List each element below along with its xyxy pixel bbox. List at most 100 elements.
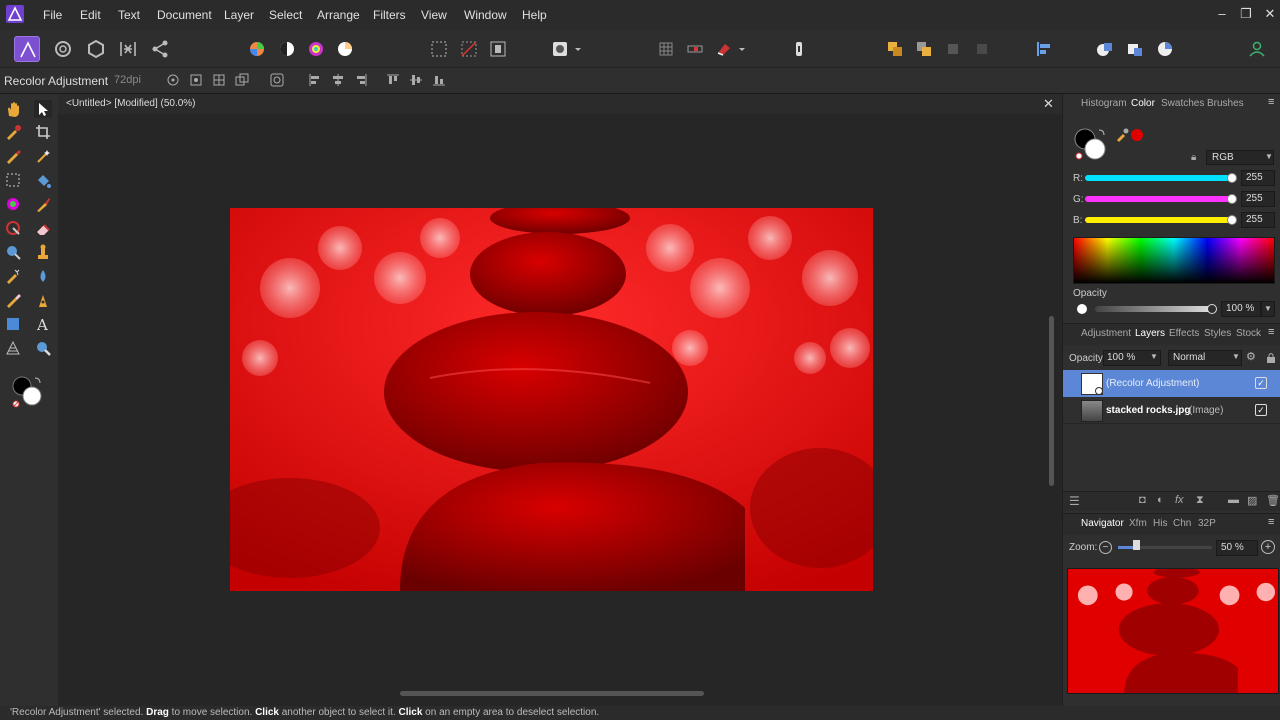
layer-row-recolor[interactable]: (Recolor Adjustment) ✓	[1063, 370, 1280, 397]
paint-brush-tool-icon[interactable]	[34, 195, 52, 213]
flood-fill-tool-icon[interactable]	[34, 171, 52, 189]
eyedropper-icon[interactable]	[1115, 128, 1129, 142]
color-picker-tool-icon[interactable]	[4, 123, 22, 141]
tab-stock[interactable]: Stock	[1236, 328, 1261, 339]
move-forward-one-icon[interactable]	[942, 38, 964, 60]
rotate-select-icon[interactable]	[269, 72, 285, 88]
view-tool-icon[interactable]	[4, 100, 22, 118]
liquify-persona-icon[interactable]	[52, 38, 74, 60]
g-value[interactable]: 255	[1241, 191, 1275, 207]
menu-select[interactable]: Select	[269, 8, 302, 22]
move-to-back-icon[interactable]	[884, 38, 906, 60]
fx-icon[interactable]: fx	[1175, 494, 1184, 506]
selection-brush-tool-icon[interactable]	[4, 147, 22, 165]
menu-layer[interactable]: Layer	[224, 8, 254, 22]
move-tool-icon[interactable]	[34, 100, 52, 118]
mesh-warp-tool-icon[interactable]	[4, 267, 22, 285]
layers-panel-menu-icon[interactable]: ≡	[1268, 326, 1274, 338]
adjustment-layer-icon[interactable]: ◐	[1157, 494, 1164, 506]
tab-swatches[interactable]: Swatches	[1161, 98, 1204, 109]
menu-arrange[interactable]: Arrange	[317, 8, 360, 22]
color-opacity-knob[interactable]	[1207, 304, 1217, 314]
navigator-panel-menu-icon[interactable]: ≡	[1268, 516, 1274, 528]
tab-layers[interactable]: Layers	[1135, 328, 1165, 339]
add-pixel-layer-icon[interactable]: ▨	[1247, 494, 1257, 507]
zoom-value[interactable]: 50 %	[1216, 540, 1258, 556]
maximize-icon[interactable]: ❐	[1238, 6, 1254, 22]
clone-tool-icon[interactable]	[34, 243, 52, 261]
primary-secondary-colors[interactable]	[10, 374, 50, 410]
align-icon[interactable]	[1033, 38, 1055, 60]
node-tool-icon[interactable]	[34, 291, 52, 309]
snapping-icon[interactable]	[655, 38, 677, 60]
vertical-scroll-thumb[interactable]	[1049, 316, 1054, 486]
layer-opacity-field[interactable]: 100 % ▼	[1103, 350, 1161, 366]
rectangle-tool-icon[interactable]	[4, 315, 22, 333]
export-persona-icon[interactable]	[149, 38, 171, 60]
align-right-icon[interactable]	[353, 72, 369, 88]
color-spectrum[interactable]	[1073, 237, 1275, 284]
b-slider[interactable]	[1085, 217, 1233, 223]
close-document-icon[interactable]: ✕	[1043, 96, 1054, 112]
align-top-icon[interactable]	[385, 72, 401, 88]
menu-file[interactable]: File	[43, 8, 62, 22]
layers-stack-icon[interactable]: ☰	[1069, 494, 1080, 508]
color-opacity-slider[interactable]	[1095, 306, 1211, 312]
layer-visibility-checkbox[interactable]: ✓	[1255, 377, 1267, 389]
menu-text[interactable]: Text	[118, 8, 140, 22]
account-icon[interactable]	[1246, 38, 1268, 60]
erase-brush-tool-icon[interactable]	[34, 219, 52, 237]
pen-tool-icon[interactable]	[4, 291, 22, 309]
canvas-image[interactable]	[230, 208, 873, 591]
menu-filters[interactable]: Filters	[373, 8, 406, 22]
assistant-icon[interactable]	[713, 38, 735, 60]
lock-icon[interactable]: 🔒︎	[1191, 152, 1196, 163]
menu-document[interactable]: Document	[157, 8, 212, 22]
tab-32p[interactable]: 32P	[1198, 518, 1216, 529]
r-slider-knob[interactable]	[1227, 173, 1237, 183]
dodge-tool-icon[interactable]	[4, 219, 22, 237]
layer-lock-icon[interactable]	[1266, 352, 1276, 364]
auto-levels-icon[interactable]	[246, 38, 268, 60]
assistant-dropdown-icon[interactable]	[736, 38, 748, 60]
blend-mode-select[interactable]: Normal ▼	[1168, 350, 1242, 366]
tab-xfm[interactable]: Xfm	[1129, 518, 1147, 529]
develop-persona-icon[interactable]	[85, 38, 107, 60]
picked-color-swatch[interactable]	[1131, 129, 1143, 141]
menu-view[interactable]: View	[421, 8, 447, 22]
invert-selection-icon[interactable]	[487, 38, 509, 60]
opacity-dropdown-icon[interactable]: ▼	[1261, 301, 1275, 317]
b-slider-knob[interactable]	[1227, 215, 1237, 225]
g-slider-knob[interactable]	[1227, 194, 1237, 204]
crop-tool-icon[interactable]	[34, 123, 52, 141]
photo-persona-icon[interactable]	[14, 36, 40, 62]
align-left-icon[interactable]	[307, 72, 323, 88]
text-tool-icon[interactable]: A	[34, 315, 52, 333]
tab-brushes[interactable]: Brushes	[1207, 98, 1244, 109]
vertical-scrollbar[interactable]	[1047, 118, 1057, 686]
quick-mask-icon[interactable]	[549, 38, 571, 60]
group-layers-icon[interactable]: ▬	[1228, 494, 1239, 506]
tab-histogram[interactable]: Histogram	[1081, 98, 1127, 109]
b-value[interactable]: 255	[1241, 212, 1275, 228]
flood-select-tool-icon[interactable]	[34, 147, 52, 165]
tab-chn[interactable]: Chn	[1173, 518, 1191, 529]
r-value[interactable]: 255	[1241, 170, 1275, 186]
boolean-intersect-icon[interactable]	[1154, 38, 1176, 60]
boolean-subtract-icon[interactable]	[1124, 38, 1146, 60]
align-center-icon[interactable]	[330, 72, 346, 88]
red-eye-tool-icon[interactable]	[34, 267, 52, 285]
navigator-preview[interactable]	[1067, 568, 1279, 694]
zoom-slider-knob[interactable]	[1133, 540, 1140, 550]
panel-menu-icon[interactable]: ≡	[1268, 96, 1274, 108]
mask-layer-icon[interactable]: ◘	[1139, 494, 1146, 506]
transform-lock-icon[interactable]	[788, 38, 810, 60]
auto-white-balance-icon[interactable]	[334, 38, 356, 60]
mesh-fill-tool-icon[interactable]	[4, 339, 22, 357]
horizontal-scroll-thumb[interactable]	[400, 691, 704, 696]
force-pixel-alignment-icon[interactable]	[684, 38, 706, 60]
boolean-add-icon[interactable]	[1094, 38, 1116, 60]
transform-objects-separately-icon[interactable]	[234, 72, 250, 88]
tab-styles[interactable]: Styles	[1204, 328, 1231, 339]
quick-mask-dropdown-icon[interactable]	[572, 38, 584, 60]
